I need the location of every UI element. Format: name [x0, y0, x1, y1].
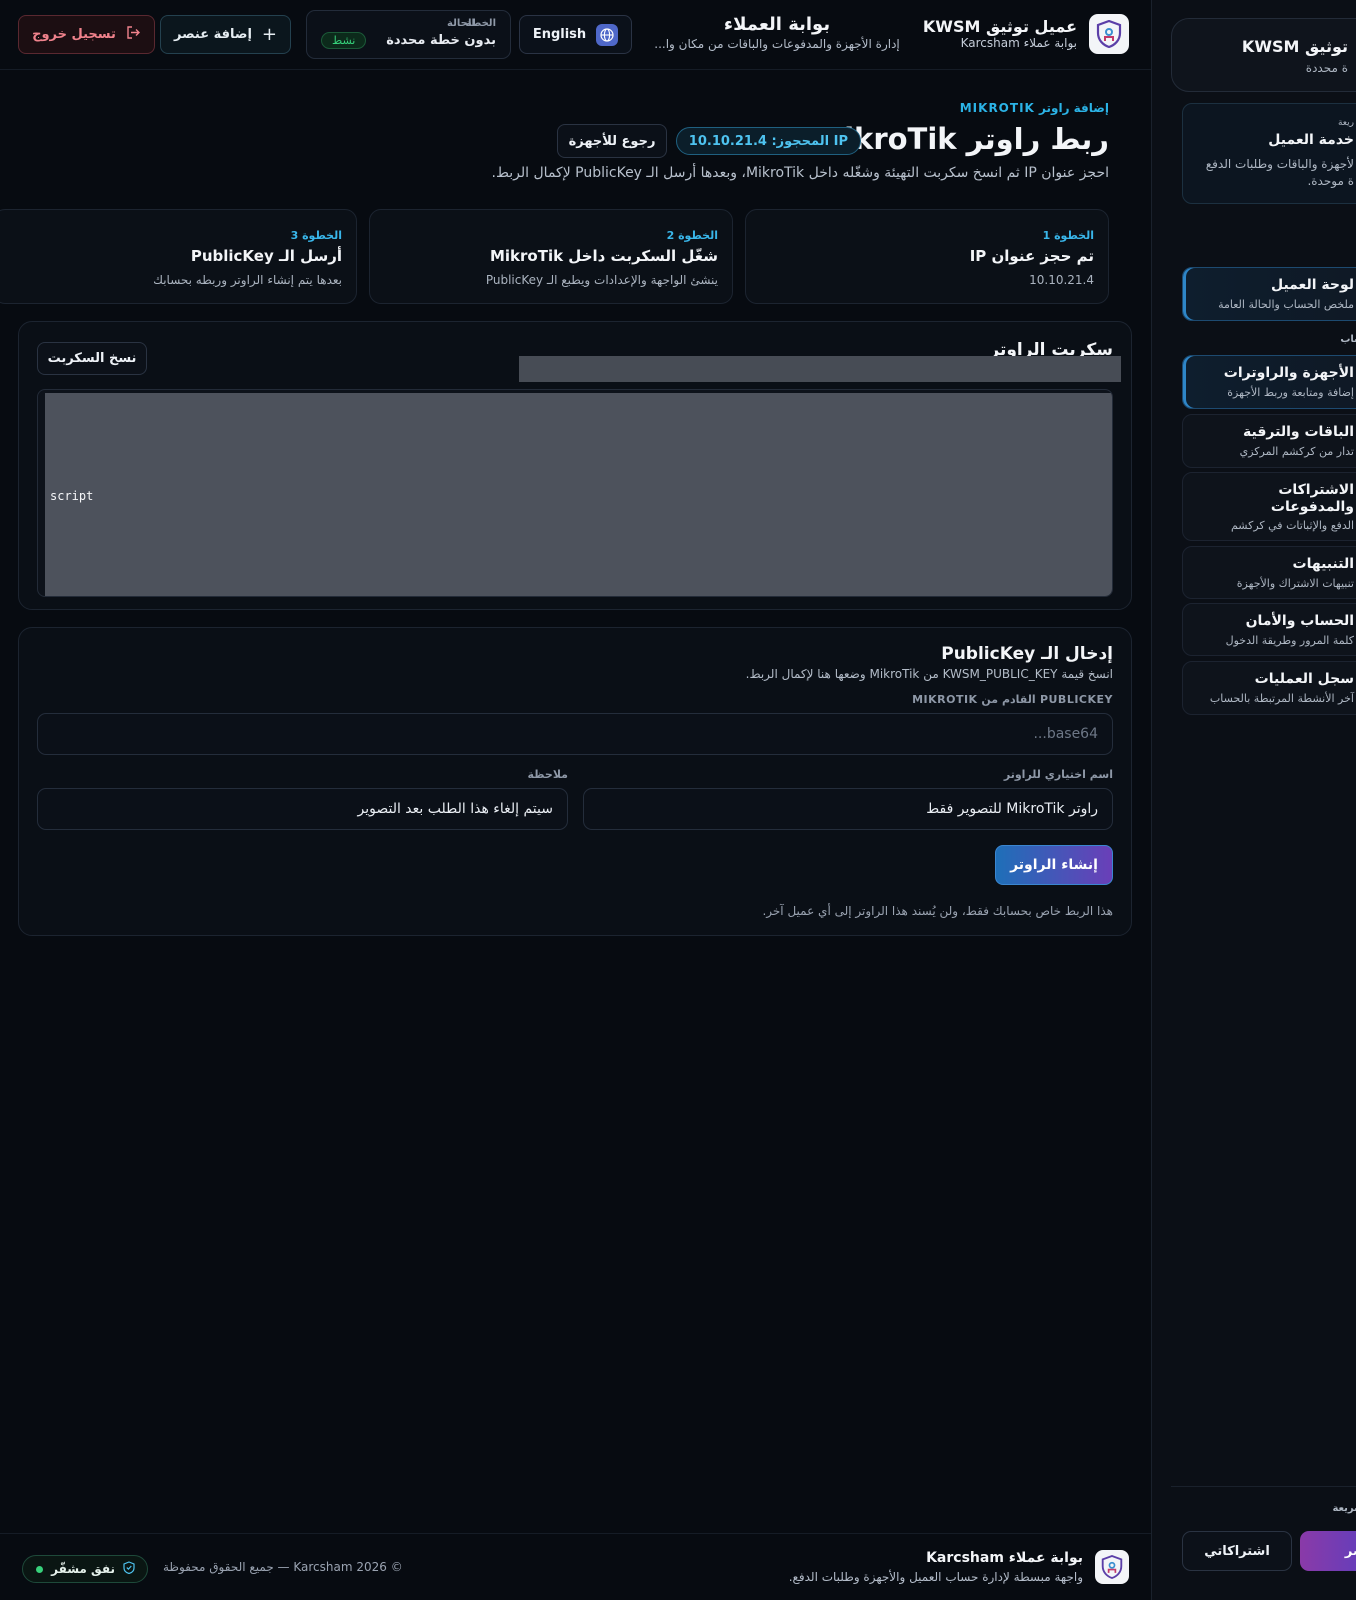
sidebar-section-account: ساب: [1340, 334, 1356, 345]
sidebar-item-desc: الدفع والإثباتات في كركشم: [1230, 519, 1354, 532]
script-textarea[interactable]: script: [37, 389, 1113, 597]
quick-card-desc-line: ة موحدة.: [1307, 174, 1354, 188]
my-subscriptions-button[interactable]: اشتراكاتي: [1182, 1531, 1292, 1571]
page-description: احجز عنوان IP ثم انسخ سكربت التهيئة وشغّ…: [491, 165, 1109, 181]
brand-title: عميل توثيق KWSM: [922, 17, 1077, 36]
sidebar-item-devices[interactable]: الأجهزة والراوترات إضافة ومتابعة وربط ال…: [1182, 355, 1356, 409]
back-to-devices-button[interactable]: رجوع للأجهزة: [557, 124, 667, 158]
sidebar-item-desc: تنبيهات الاشتراك والأجهزة: [1236, 577, 1354, 590]
sidebar-item-desc: إضافة ومتابعة وربط الأجهزة: [1227, 386, 1354, 399]
brand: عميل توثيق KWSM بوابة عملاء Karcsham: [923, 14, 1129, 54]
note-input[interactable]: سيتم إلغاء هذا الطلب بعد التصوير: [37, 788, 568, 830]
step-number: الخطوة 1: [1042, 229, 1094, 242]
sidebar-item-desc: آخر الأنشطة المرتبطة بالحساب: [1209, 692, 1354, 705]
language-label: English: [532, 27, 587, 42]
logout-icon: [126, 25, 141, 44]
page-eyebrow: إضافة راوتر MIKROTIK: [959, 101, 1109, 115]
top-bar: عميل توثيق KWSM بوابة عملاء Karcsham بوا…: [0, 0, 1151, 70]
sidebar-add-item-button[interactable]: عنصر: [1300, 1531, 1356, 1571]
footer-copyright: © 2026 Karcsham — جميع الحقوق محفوظة: [163, 1560, 403, 1574]
router-name-input[interactable]: راوتر MikroTik للتصوير فقط: [583, 788, 1113, 830]
sidebar-item-security[interactable]: الحساب والأمان كلمة المرور وطريقة الدخول: [1182, 603, 1356, 656]
note-label: ملاحظة: [527, 768, 568, 781]
step-desc: بعدها يتم إنشاء الراوتر وربطه بحسابك: [153, 273, 342, 287]
copy-script-button[interactable]: نسخ السكربت: [37, 342, 147, 375]
logout-button[interactable]: تسجيل خروج: [18, 15, 155, 54]
sidebar-divider: [1171, 1486, 1356, 1487]
sidebar-item-desc: ملخص الحساب والحالة العامة: [1218, 298, 1354, 311]
script-content-area: script: [45, 393, 1112, 596]
publickey-label: PUBLICKEY القادم من MIKROTIK: [912, 693, 1113, 706]
sidebar-item-title: الحساب والأمان: [1245, 613, 1354, 629]
step-title: تم حجز عنوان IP: [969, 247, 1094, 265]
portal-heading: بوابة العملاء إدارة الأجهزة والمدفوعات و…: [647, 14, 907, 52]
sidebar-item-plans[interactable]: الباقات والترقية تدار من كركشم المركزي: [1182, 414, 1356, 468]
step-number: الخطوة 3: [290, 229, 342, 242]
sidebar-brand-title: توثيق KWSM: [1241, 37, 1348, 56]
sidebar-item-title: الأجهزة والراوترات: [1223, 365, 1354, 381]
quick-card-desc: لأجهزة والباقات وطلبات الدفع ة موحدة.: [1206, 156, 1354, 190]
sidebar-section-quick: سريعة: [1332, 1503, 1356, 1514]
publickey-input[interactable]: base64...: [37, 713, 1113, 755]
sidebar-item-dashboard[interactable]: لوحة العميل ملخص الحساب والحالة العامة: [1182, 267, 1356, 321]
step-card-3: الخطوة 3 أرسل الـ PublicKey بعدها يتم إن…: [0, 209, 357, 304]
shield-check-icon: [123, 1561, 135, 1577]
shield-logo-icon: [1089, 14, 1129, 54]
quick-card-eyebrow: ريعة: [1337, 118, 1354, 128]
publickey-card: إدخال الـ PublicKey انسخ قيمة KWSM_PUBLI…: [18, 627, 1132, 936]
portal-subtitle: إدارة الأجهزة والمدفوعات والباقات من مكا…: [654, 37, 900, 51]
step-title: أرسل الـ PublicKey: [190, 247, 342, 265]
logout-label: تسجيل خروج: [32, 27, 116, 42]
script-text: script: [50, 489, 94, 503]
sidebar-item-subscriptions[interactable]: الاشتراكات والمدفوعات الدفع والإثباتات ف…: [1182, 472, 1356, 541]
language-toggle-button[interactable]: English: [519, 15, 632, 54]
publickey-card-title: إدخال الـ PublicKey: [941, 644, 1113, 664]
reserved-ip-badge: IP المحجوز: 10.10.21.4: [675, 127, 861, 155]
step-title: شغّل السكربت داخل MikroTik: [489, 247, 718, 265]
quick-card-desc-line: لأجهزة والباقات وطلبات الدفع: [1205, 157, 1354, 171]
sidebar-item-title: التنبيهات: [1292, 556, 1354, 572]
sidebar-item-desc: تدار من كركشم المركزي: [1239, 445, 1354, 458]
sidebar-item-desc: كلمة المرور وطريقة الدخول: [1225, 634, 1354, 647]
sidebar-item-title: سجل العمليات: [1254, 671, 1354, 687]
add-item-label: إضافة عنصر: [174, 27, 252, 42]
encrypted-tunnel-badge: نفق مشفّر: [22, 1555, 148, 1583]
brand-subtitle: بوابة عملاء Karcsham: [960, 36, 1077, 50]
step-number: الخطوة 2: [666, 229, 718, 242]
sidebar-item-title: لوحة العميل: [1270, 277, 1354, 293]
step-desc: 10.10.21.4: [1029, 273, 1094, 287]
sidebar-item-activity-log[interactable]: سجل العمليات آخر الأنشطة المرتبطة بالحسا…: [1182, 661, 1356, 715]
add-item-button[interactable]: + إضافة عنصر: [160, 15, 291, 54]
footer-title: بوابة عملاء Karcsham: [926, 1550, 1083, 1566]
footer-shield-logo-icon: [1095, 1550, 1129, 1584]
sidebar-item-notifications[interactable]: التنبيهات تنبيهات الاشتراك والأجهزة: [1182, 546, 1356, 599]
privacy-note: هذا الربط خاص بحسابك فقط، ولن يُسند هذا …: [762, 904, 1113, 918]
tunnel-status-dot: [36, 1565, 44, 1573]
step-card-1: الخطوة 1 تم حجز عنوان IP 10.10.21.4: [745, 209, 1109, 304]
status-badge: نشط: [321, 32, 367, 49]
router-name-label: اسم اختياري للراوتر: [1003, 768, 1113, 781]
sidebar-brand-sub: ة محددة: [1305, 61, 1348, 75]
tunnel-label: نفق مشفّر: [51, 1562, 115, 1576]
sidebar-item-title: الباقات والترقية: [1243, 424, 1354, 440]
footer-subtitle: واجهة مبسطة لإدارة حساب العميل والأجهزة …: [788, 1570, 1083, 1584]
globe-icon: [596, 23, 619, 46]
sidebar: توثيق KWSM ة محددة ريعة خدمة العميل لأجه…: [1151, 0, 1356, 1600]
plus-icon: +: [261, 24, 277, 45]
create-router-button[interactable]: إنشاء الراوتر: [995, 845, 1113, 885]
status-label: الحالة: [447, 18, 475, 29]
step-desc: ينشئ الواجهة والإعدادات ويطبع الـ Public…: [485, 273, 718, 287]
footer: بوابة عملاء Karcsham واجهة مبسطة لإدارة …: [0, 1533, 1151, 1600]
sidebar-quick-card: ريعة خدمة العميل لأجهزة والباقات وطلبات …: [1182, 103, 1356, 204]
sidebar-brand-card: توثيق KWSM ة محددة: [1171, 18, 1356, 92]
step-card-2: الخطوة 2 شغّل السكربت داخل MikroTik ينشئ…: [369, 209, 733, 304]
publickey-card-subtitle: انسخ قيمة KWSM_PUBLIC_KEY من MikroTik وض…: [745, 667, 1113, 681]
quick-card-title: خدمة العميل: [1268, 132, 1354, 148]
plan-status-box: الخطة بدون خطة محددة الحالة نشط: [306, 10, 511, 59]
sidebar-item-title: الاشتراكات والمدفوعات: [1270, 482, 1354, 515]
portal-title: بوابة العملاء: [723, 14, 831, 35]
plan-value: بدون خطة محددة: [386, 33, 496, 48]
main-area: عميل توثيق KWSM بوابة عملاء Karcsham بوا…: [0, 0, 1151, 1600]
redacted-bar: [519, 356, 1121, 382]
